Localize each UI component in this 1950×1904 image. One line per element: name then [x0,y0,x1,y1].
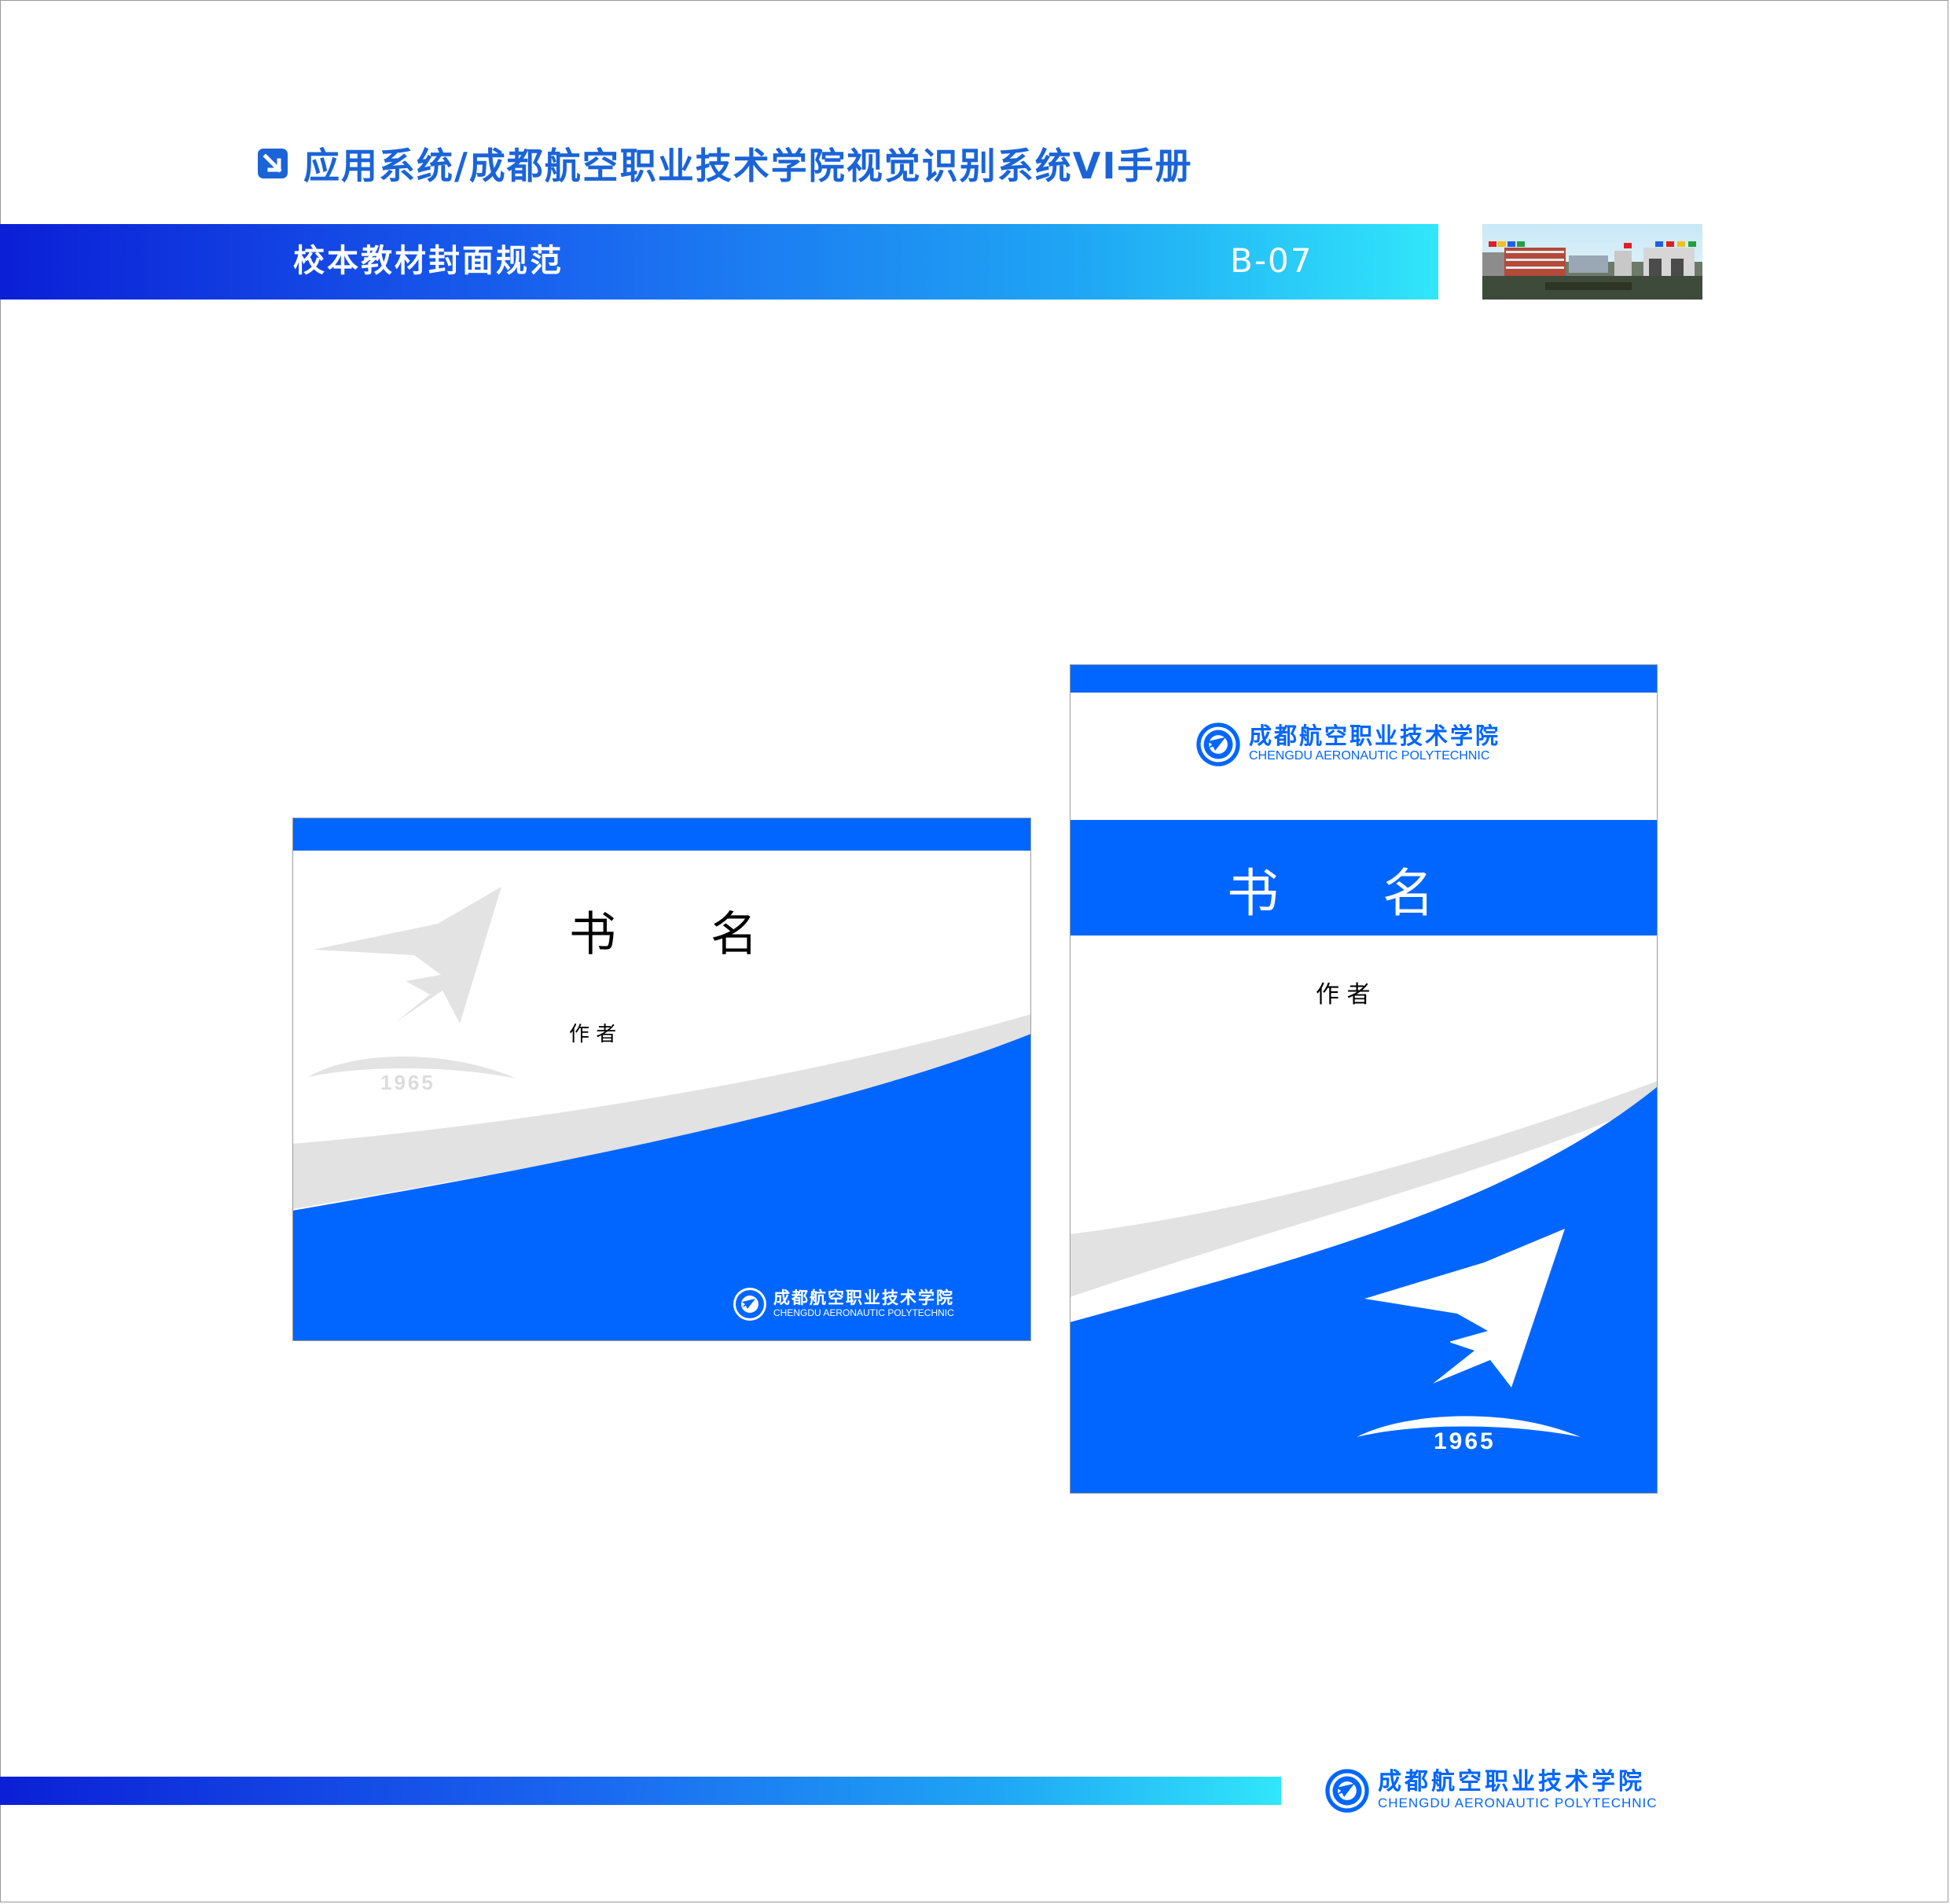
section-band [0,224,1438,300]
founded-year: 1965 [380,1071,435,1094]
manual-header: 应用系统/成都航空职业技术学院视觉识别系统VI手册 [256,140,1193,187]
school-logo-top: 成都航空职业技术学院 CHENGDU AERONAUTIC POLYTECHNI… [1195,721,1500,768]
manual-title: 应用系统/成都航空职业技术学院视觉识别系统VI手册 [303,145,1193,187]
author-label: 作 者 [1316,981,1371,1009]
school-name-en: CHENGDU AERONAUTIC POLYTECHNIC [1378,1796,1658,1810]
school-name-cn: 成都航空职业技术学院 [1378,1768,1645,1796]
school-emblem-icon [1325,1769,1369,1813]
landscape-cover: 1965 书 名 作 者 成都航空职业技术学院 CHENGDU AERONAUT… [292,818,1031,1341]
footer-bar [0,1777,1281,1805]
campus-photo [1482,224,1702,300]
portrait-cover-art [1070,664,1658,1494]
founded-year: 1965 [1434,1428,1496,1454]
school-logo: 成都航空职业技术学院 CHENGDU AERONAUTIC POLYTECHNI… [733,1285,954,1324]
school-name-cn: 成都航空职业技术学院 [1249,722,1501,749]
book-title: 书 名 [1227,863,1434,924]
portrait-cover: 成都航空职业技术学院 CHENGDU AERONAUTIC POLYTECHNI… [1070,664,1658,1494]
footer-logo: 成都航空职业技术学院 CHENGDU AERONAUTIC POLYTECHNI… [1324,1767,1658,1814]
book-title: 书 名 [569,907,758,962]
school-emblem-icon [1196,722,1240,766]
arrow-down-right-icon [258,149,288,178]
school-emblem-icon [733,1288,766,1321]
section-code: B-07 [1230,241,1313,280]
school-name-en: CHENGDU AERONAUTIC POLYTECHNIC [1249,749,1490,763]
author-label: 作 者 [569,1023,617,1046]
section-title: 校本教材封面规范 [293,243,564,279]
school-name-cn: 成都航空职业技术学院 [773,1288,954,1307]
school-name-en: CHENGDU AERONAUTIC POLYTECHNIC [773,1307,954,1318]
